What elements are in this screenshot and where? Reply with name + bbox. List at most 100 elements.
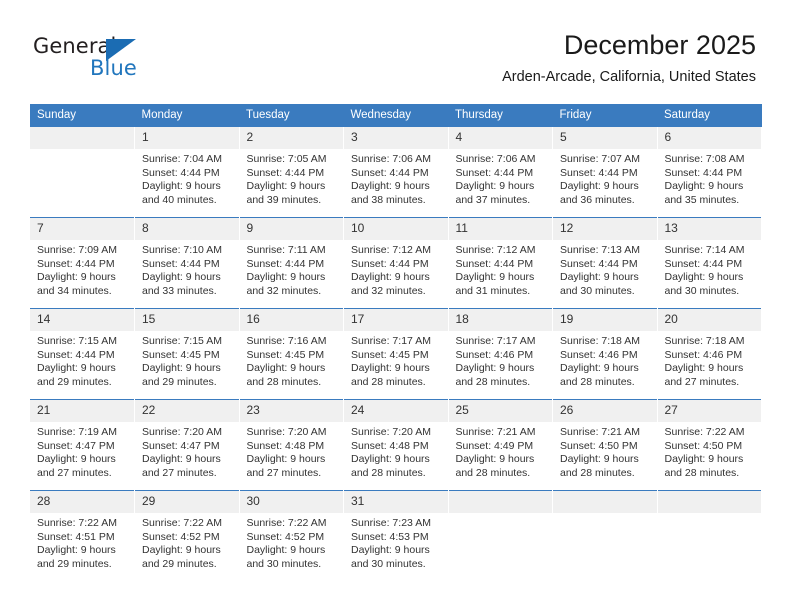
day-cell[interactable]: 28 Sunrise: 7:22 AM Sunset: 4:51 PM Dayligh… [30,490,135,581]
day-cell[interactable]: 31 Sunrise: 7:23 AM Sunset: 4:53 PM Dayligh… [343,490,449,581]
sunset-text: Sunset: 4:44 PM [664,257,743,270]
day-number: 21 [30,400,134,422]
day-cell[interactable]: 25 Sunrise: 7:21 AM Sunset: 4:49 PM Dayligh… [448,399,553,491]
day-info: Sunrise: 7:10 AM Sunset: 4:44 PM Daylight:… [135,240,239,298]
daylight-text-line2: and 36 minutes. [560,193,635,206]
weekday-header-tuesday: Tuesday [239,104,344,127]
day-cell[interactable]: 8 Sunrise: 7:10 AM Sunset: 4:44 PM Daylight… [134,217,240,309]
day-cell[interactable]: 16 Sunrise: 7:16 AM Sunset: 4:45 PM Dayligh… [239,308,344,400]
day-cell[interactable]: 18 Sunrise: 7:17 AM Sunset: 4:46 PM Dayligh… [448,308,553,400]
day-info: Sunrise: 7:12 AM Sunset: 4:44 PM Daylight:… [344,240,448,298]
daylight-text-line1: Daylight: 9 hours [455,180,535,193]
day-cell[interactable]: 26 Sunrise: 7:21 AM Sunset: 4:50 PM Dayligh… [552,399,658,491]
day-number: 30 [239,491,343,513]
sunrise-text: Sunrise: 7:04 AM [142,153,222,165]
daylight-text-line2: and 30 minutes. [560,284,635,297]
daylight-text-line2: and 30 minutes. [246,557,322,570]
sunset-text: Sunset: 4:47 PM [142,439,220,452]
sunrise-text: Sunrise: 7:22 AM [37,517,117,529]
day-cell-empty [448,490,553,581]
sunrise-text: Sunrise: 7:21 AM [560,426,640,438]
daylight-text-line1: Daylight: 9 hours [37,453,116,466]
day-info [30,149,134,153]
day-info: Sunrise: 7:18 AM Sunset: 4:46 PM Daylight:… [553,331,657,389]
calendar-week-row: 28 Sunrise: 7:22 AM Sunset: 4:51 PM Dayligh… [30,490,762,581]
sunset-text: Sunset: 4:44 PM [351,257,429,270]
sunrise-text: Sunrise: 7:17 AM [455,335,536,347]
weekday-header-saturday: Saturday [657,104,762,127]
day-cell[interactable]: 20 Sunrise: 7:18 AM Sunset: 4:46 PM Dayligh… [657,308,762,400]
day-cell[interactable]: 5 Sunrise: 7:07 AM Sunset: 4:44 PM Daylight… [552,127,658,218]
day-number: 2 [239,127,343,149]
sunset-text: Sunset: 4:44 PM [455,257,534,270]
day-number: 20 [657,309,761,331]
day-cell[interactable]: 1 Sunrise: 7:04 AM Sunset: 4:44 PM Daylight… [134,127,240,218]
day-info: Sunrise: 7:04 AM Sunset: 4:44 PM Daylight:… [135,149,239,207]
day-cell[interactable]: 11 Sunrise: 7:12 AM Sunset: 4:44 PM Dayligh… [448,217,553,309]
calendar-week-row: 14 Sunrise: 7:15 AM Sunset: 4:44 PM Dayligh… [30,308,762,400]
day-number [30,127,134,149]
daylight-text-line1: Daylight: 9 hours [246,180,326,193]
sunset-text: Sunset: 4:48 PM [351,439,429,452]
sunrise-text: Sunrise: 7:11 AM [246,244,326,256]
day-cell[interactable]: 10 Sunrise: 7:12 AM Sunset: 4:44 PM Dayligh… [343,217,449,309]
day-cell[interactable]: 23 Sunrise: 7:20 AM Sunset: 4:48 PM Dayligh… [239,399,344,491]
day-info: Sunrise: 7:16 AM Sunset: 4:45 PM Daylight:… [240,331,344,389]
day-cell[interactable]: 14 Sunrise: 7:15 AM Sunset: 4:44 PM Dayligh… [30,308,135,400]
sunset-text: Sunset: 4:50 PM [664,439,743,452]
daylight-text-line2: and 28 minutes. [455,466,531,479]
day-cell[interactable]: 4 Sunrise: 7:06 AM Sunset: 4:44 PM Daylight… [448,127,553,218]
sunrise-text: Sunrise: 7:16 AM [246,335,327,347]
sunrise-text: Sunrise: 7:19 AM [37,426,117,438]
daylight-text-line1: Daylight: 9 hours [351,453,430,466]
page-subtitle: Arden-Arcade, California, United States [502,69,756,85]
day-number: 25 [448,400,552,422]
day-info: Sunrise: 7:15 AM Sunset: 4:45 PM Daylight:… [135,331,239,389]
general-blue-logo[interactable]: General Blue [33,34,223,82]
weekday-header-sunday: Sunday [30,104,135,127]
daylight-text-line2: and 29 minutes. [37,375,112,388]
day-cell[interactable]: 3 Sunrise: 7:06 AM Sunset: 4:44 PM Daylight… [343,127,449,218]
daylight-text-line1: Daylight: 9 hours [142,271,221,284]
sunset-text: Sunset: 4:46 PM [664,348,743,361]
daylight-text-line2: and 39 minutes. [246,193,322,206]
logo-text-general: General [33,34,117,58]
day-cell[interactable]: 17 Sunrise: 7:17 AM Sunset: 4:45 PM Dayligh… [343,308,449,400]
logo-text-blue: Blue [90,56,137,80]
day-cell[interactable]: 2 Sunrise: 7:05 AM Sunset: 4:44 PM Daylight… [239,127,344,218]
day-cell[interactable]: 27 Sunrise: 7:22 AM Sunset: 4:50 PM Dayligh… [657,399,762,491]
sunrise-text: Sunrise: 7:20 AM [246,426,327,438]
day-cell[interactable]: 13 Sunrise: 7:14 AM Sunset: 4:44 PM Dayligh… [657,217,762,309]
daylight-text-line1: Daylight: 9 hours [351,544,430,557]
day-cell[interactable]: 19 Sunrise: 7:18 AM Sunset: 4:46 PM Dayligh… [552,308,658,400]
daylight-text-line2: and 33 minutes. [142,284,217,297]
day-number [553,491,657,513]
daylight-text-line1: Daylight: 9 hours [246,544,326,557]
day-cell[interactable]: 15 Sunrise: 7:15 AM Sunset: 4:45 PM Dayligh… [134,308,240,400]
day-cell[interactable]: 29 Sunrise: 7:22 AM Sunset: 4:52 PM Dayligh… [134,490,240,581]
daylight-text-line1: Daylight: 9 hours [560,180,639,193]
daylight-text-line1: Daylight: 9 hours [351,271,430,284]
day-number: 10 [344,218,448,240]
sunset-text: Sunset: 4:48 PM [246,439,325,452]
day-cell[interactable]: 6 Sunrise: 7:08 AM Sunset: 4:44 PM Daylight… [657,127,762,218]
daylight-text-line1: Daylight: 9 hours [246,453,326,466]
day-cell[interactable]: 12 Sunrise: 7:13 AM Sunset: 4:44 PM Dayligh… [552,217,658,309]
day-cell[interactable]: 24 Sunrise: 7:20 AM Sunset: 4:48 PM Dayligh… [343,399,449,491]
daylight-text-line2: and 29 minutes. [142,375,217,388]
sunrise-text: Sunrise: 7:20 AM [142,426,222,438]
day-cell[interactable]: 7 Sunrise: 7:09 AM Sunset: 4:44 PM Daylight… [30,217,135,309]
sunset-text: Sunset: 4:45 PM [142,348,220,361]
day-cell[interactable]: 21 Sunrise: 7:19 AM Sunset: 4:47 PM Dayligh… [30,399,135,491]
calendar-body: 1 Sunrise: 7:04 AM Sunset: 4:44 PM Daylight… [30,127,762,581]
day-cell[interactable]: 22 Sunrise: 7:20 AM Sunset: 4:47 PM Dayligh… [134,399,240,491]
day-cell[interactable]: 30 Sunrise: 7:22 AM Sunset: 4:52 PM Dayligh… [239,490,344,581]
sunset-text: Sunset: 4:44 PM [455,166,534,179]
day-number: 18 [448,309,552,331]
sunrise-text: Sunrise: 7:05 AM [246,153,327,165]
daylight-text-line2: and 30 minutes. [351,557,426,570]
day-cell[interactable]: 9 Sunrise: 7:11 AM Sunset: 4:44 PM Daylight… [239,217,344,309]
sunrise-text: Sunrise: 7:17 AM [351,335,431,347]
day-number: 23 [239,400,343,422]
sunrise-text: Sunrise: 7:06 AM [455,153,536,165]
